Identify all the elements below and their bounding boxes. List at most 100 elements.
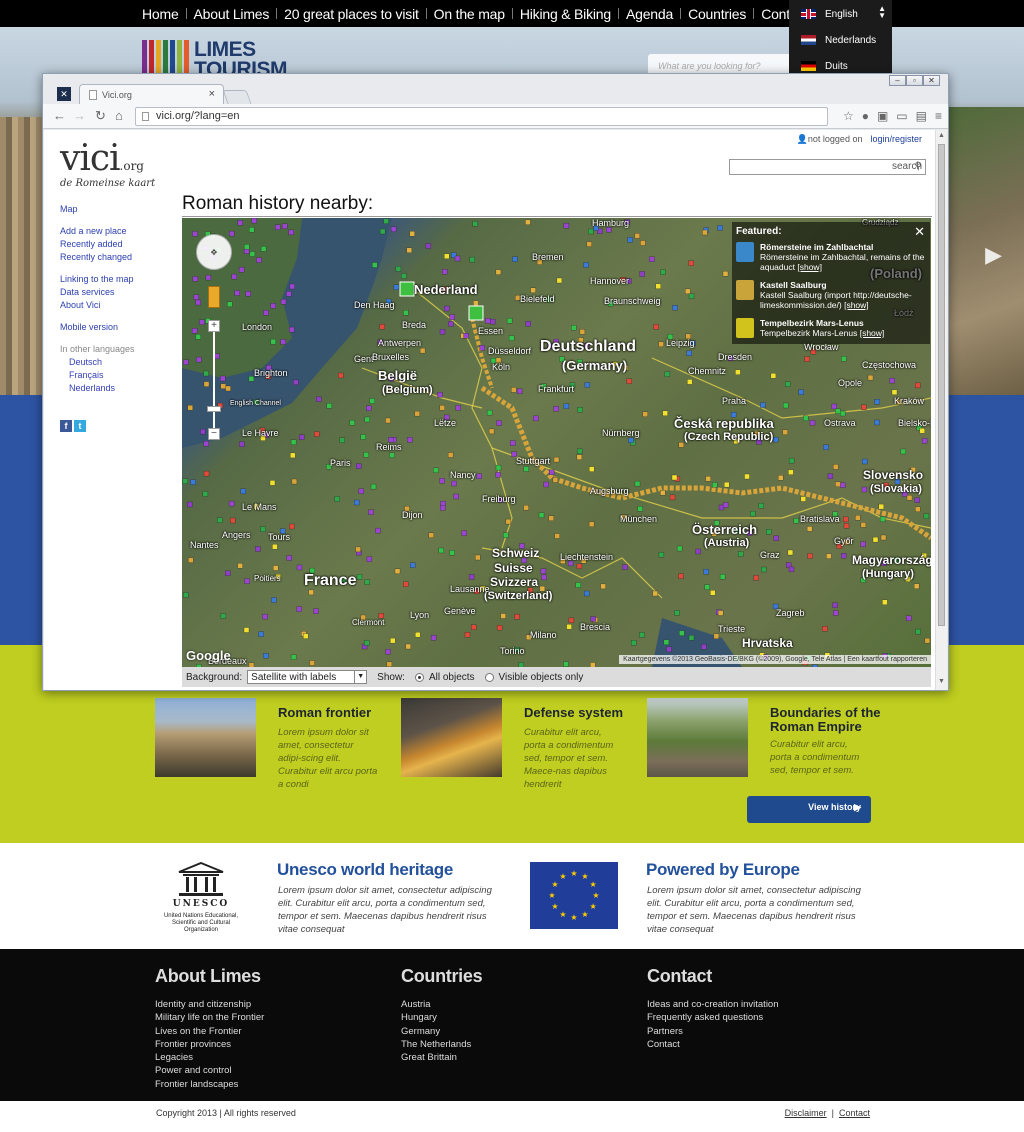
map-marker[interactable] <box>370 483 377 490</box>
nav-countries[interactable]: Countries <box>673 6 746 22</box>
map-marker[interactable] <box>806 526 813 532</box>
map-marker[interactable] <box>860 541 866 547</box>
map-marker[interactable] <box>753 575 759 581</box>
map-marker[interactable] <box>326 403 332 409</box>
map-marker[interactable] <box>503 532 509 538</box>
map-marker[interactable] <box>577 407 583 413</box>
close-tab-icon[interactable]: × <box>209 88 215 100</box>
map-marker[interactable] <box>260 246 267 252</box>
map-marker[interactable] <box>672 305 678 311</box>
unesco-logo[interactable]: UNESCO United Nations Educational, Scien… <box>160 861 242 934</box>
map-marker[interactable] <box>309 660 315 666</box>
map-marker[interactable] <box>243 627 250 633</box>
map-marker[interactable] <box>738 551 744 557</box>
scroll-down-icon[interactable]: ▼ <box>938 678 945 685</box>
map-marker[interactable] <box>722 271 729 277</box>
map-marker[interactable] <box>182 478 188 484</box>
map-marker[interactable] <box>660 490 666 496</box>
screen-icon[interactable]: ▭ <box>896 109 907 123</box>
map-marker[interactable] <box>915 628 921 635</box>
radio-all-objects[interactable] <box>414 672 424 682</box>
map-marker[interactable] <box>496 625 503 631</box>
map-marker[interactable] <box>571 325 577 331</box>
nav-great-places[interactable]: 20 great places to visit <box>269 6 419 22</box>
map-marker[interactable] <box>554 533 560 539</box>
map-marker[interactable] <box>282 223 288 229</box>
close-icon[interactable]: ✕ <box>914 224 925 240</box>
map-marker[interactable] <box>807 553 813 559</box>
map-marker[interactable] <box>355 546 361 553</box>
map-marker[interactable] <box>249 227 255 233</box>
map-marker[interactable] <box>900 448 906 455</box>
map-marker[interactable] <box>511 387 517 393</box>
app-menu-icon[interactable]: ✕ <box>57 87 71 101</box>
map-marker[interactable] <box>523 466 529 472</box>
map-marker[interactable] <box>288 229 294 236</box>
map-marker[interactable] <box>563 403 570 409</box>
map-marker[interactable] <box>600 583 606 590</box>
nav-hiking-biking[interactable]: Hiking & Biking <box>505 6 611 22</box>
map-marker[interactable] <box>710 590 716 596</box>
nav-about-limes[interactable]: About Limes <box>179 6 270 22</box>
map-marker[interactable] <box>385 417 391 424</box>
map-marker[interactable] <box>442 269 448 275</box>
map-marker[interactable] <box>500 613 506 619</box>
map-marker[interactable] <box>303 633 309 639</box>
map-marker[interactable] <box>510 440 516 446</box>
sidebar-item-linking[interactable]: Linking to the map <box>60 273 135 286</box>
map-marker[interactable] <box>286 555 292 561</box>
map-marker[interactable] <box>575 582 581 588</box>
map-marker[interactable] <box>293 379 299 385</box>
map-marker[interactable] <box>270 303 276 309</box>
map-marker[interactable] <box>662 410 668 416</box>
map-marker[interactable] <box>245 291 251 297</box>
map-marker[interactable] <box>880 534 887 541</box>
featured-show-link[interactable]: [show] <box>797 262 822 272</box>
map-marker[interactable] <box>639 632 645 638</box>
map-marker[interactable] <box>861 404 867 410</box>
map-marker[interactable] <box>760 402 766 408</box>
map-marker[interactable] <box>924 637 931 644</box>
footer-link[interactable]: Legacies <box>155 1051 264 1064</box>
map-marker[interactable] <box>472 221 478 227</box>
map-marker[interactable] <box>800 496 806 502</box>
sidebar-item-recently-added[interactable]: Recently added <box>60 238 135 251</box>
zoom-out-button[interactable]: − <box>208 428 220 440</box>
nav-home[interactable]: Home <box>142 6 179 22</box>
slider-next-icon[interactable]: ▶ <box>985 242 1002 268</box>
map-marker[interactable] <box>860 522 867 528</box>
map-marker[interactable] <box>788 469 794 475</box>
map-marker[interactable] <box>414 410 420 417</box>
map-marker[interactable] <box>855 515 861 521</box>
map-marker[interactable] <box>889 377 895 384</box>
map-marker[interactable] <box>626 378 632 384</box>
featured-item[interactable]: Tempelbezirk Mars-Lenus Tempelbezirk Mar… <box>736 318 926 342</box>
map-marker[interactable] <box>314 431 320 437</box>
map-marker[interactable] <box>914 497 920 503</box>
map-marker[interactable] <box>804 356 810 362</box>
map-marker[interactable] <box>685 288 691 295</box>
map-marker[interactable] <box>385 649 391 655</box>
map-marker[interactable] <box>588 521 595 527</box>
map-marker[interactable] <box>356 463 362 469</box>
star-icon[interactable]: ☆ <box>843 109 854 123</box>
linkedin-icon[interactable]: ▣ <box>877 109 888 123</box>
language-option-nederlands[interactable]: Nederlands <box>801 33 876 47</box>
map-marker[interactable] <box>882 599 888 605</box>
map-marker[interactable] <box>271 597 277 603</box>
map-marker[interactable] <box>719 574 726 580</box>
map-marker[interactable] <box>444 253 450 259</box>
map-marker[interactable] <box>915 506 921 512</box>
map-marker[interactable] <box>289 523 295 530</box>
map-marker[interactable] <box>290 439 297 445</box>
pan-control-icon[interactable]: ✥ <box>196 234 232 270</box>
map-marker[interactable] <box>192 276 199 282</box>
map-marker[interactable] <box>640 240 646 246</box>
map-marker[interactable] <box>637 506 643 512</box>
extension-icon[interactable]: ● <box>862 109 869 123</box>
map-marker[interactable] <box>461 530 467 536</box>
map-marker[interactable] <box>369 398 375 404</box>
map-marker[interactable] <box>205 274 212 281</box>
map-marker[interactable] <box>878 503 884 510</box>
map-marker[interactable] <box>475 554 481 561</box>
